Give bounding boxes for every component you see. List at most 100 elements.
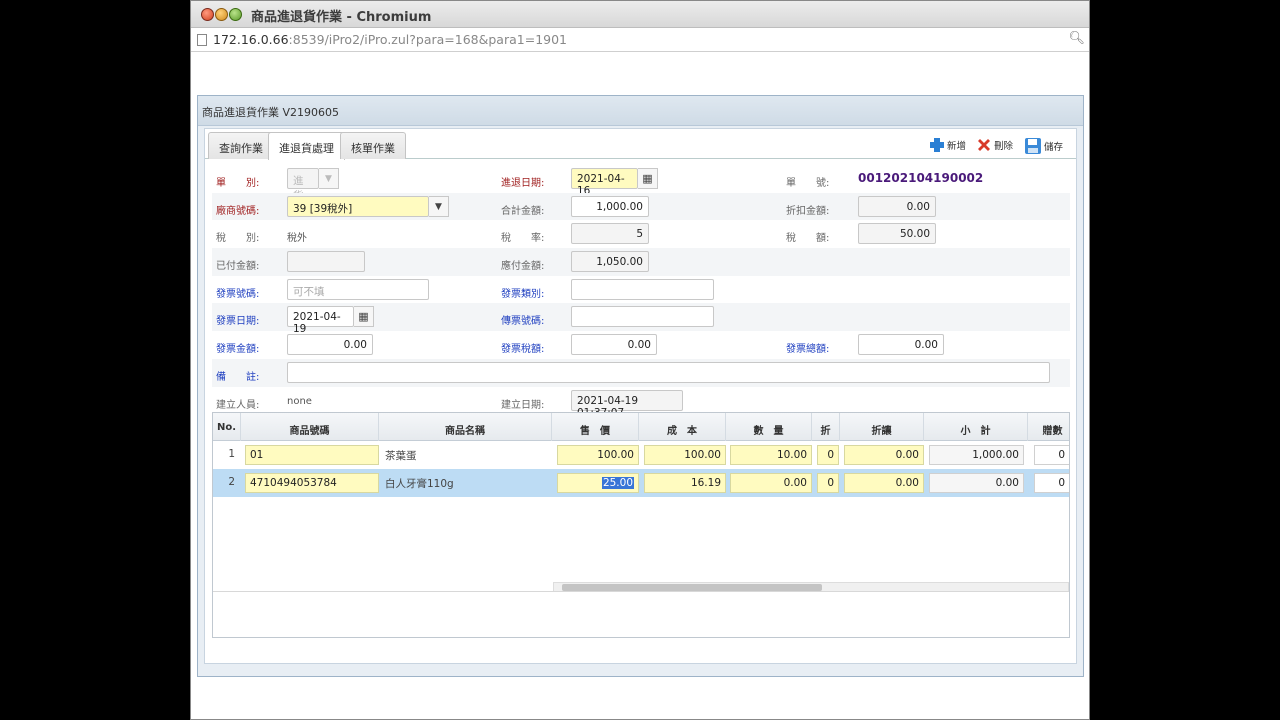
invoice-tax-input[interactable]: 0.00 xyxy=(571,334,657,356)
row-disc[interactable]: 0 xyxy=(817,445,839,465)
grid-footer-panel xyxy=(213,591,1069,637)
header-form: 單 別: 進貨 ▼ 進退日期: 2021-04-16 ▦ 單 號: 001202… xyxy=(212,165,1070,419)
form-row-6: 發票日期: 2021-04-19 ▦ 傳票號碼: xyxy=(212,303,1070,335)
tab-bar: 查詢作業 進退貨處理 核單作業 新增 刪除 儲存 xyxy=(205,129,1076,160)
invoice-total-input[interactable]: 0.00 xyxy=(858,334,944,356)
detail-grid: No. 商品號碼 商品名稱 售 價 成 本 數 量 折 折讓 小 計 贈數 1 … xyxy=(212,412,1070,638)
invoice-amount-input[interactable]: 0.00 xyxy=(287,334,373,356)
row-gift[interactable]: 0 xyxy=(1034,445,1069,465)
url-text[interactable]: 172.16.0.66:8539/iPro2/iPro.zul?para=168… xyxy=(213,32,567,47)
minimize-window-button[interactable] xyxy=(215,8,228,21)
invoice-type-input[interactable] xyxy=(571,278,714,300)
vendor-input[interactable]: 39 [39稅外] xyxy=(287,195,429,217)
memo-input[interactable] xyxy=(287,361,1050,383)
paid-label: 已付金額: xyxy=(216,261,260,273)
row-allow[interactable]: 0.00 xyxy=(844,473,924,493)
invoice-calendar-icon[interactable]: ▦ xyxy=(354,306,374,328)
maximize-window-button[interactable] xyxy=(229,8,242,21)
row-qty[interactable]: 0.00 xyxy=(730,473,812,493)
date-input[interactable]: 2021-04-16 xyxy=(571,168,638,197)
scrollbar-thumb[interactable] xyxy=(562,584,822,591)
address-bar[interactable]: 172.16.0.66:8539/iPro2/iPro.zul?para=168… xyxy=(191,28,1089,52)
form-row-7: 發票金額: 0.00 發票稅額: 0.00 發票總額: 0.00 xyxy=(212,331,1070,359)
created-label: 建立日期: xyxy=(501,399,545,411)
tab-process[interactable]: 進退貨處理 xyxy=(268,132,345,160)
table-row-selected[interactable]: 2 4710494053784 白人牙膏110g 25.00 16.19 0.0… xyxy=(213,469,1069,497)
discount-value: 0.00 xyxy=(858,195,936,217)
row-allow[interactable]: 0.00 xyxy=(844,445,924,465)
row-price[interactable]: 100.00 xyxy=(557,445,639,465)
app-title: 商品進退貨作業 V2190605 xyxy=(198,96,1083,126)
invoice-tax-label: 發票稅額: xyxy=(501,344,545,356)
row-no: 1 xyxy=(228,448,235,460)
col-gift: 贈數 xyxy=(1028,413,1069,441)
vendor-dropdown-icon[interactable]: ▼ xyxy=(429,195,449,217)
voucher-no-label: 傳票號碼: xyxy=(501,316,545,328)
save-button[interactable]: 儲存 xyxy=(1024,137,1063,155)
row-cost[interactable]: 100.00 xyxy=(644,445,726,465)
row-code[interactable]: 01 xyxy=(245,445,379,465)
delete-x-icon xyxy=(978,139,990,151)
tax-amount-label: 稅 額: xyxy=(786,233,830,245)
doc-type-dropdown-icon[interactable]: ▼ xyxy=(319,168,339,189)
zoom-icon[interactable]: 🔍︎ xyxy=(1068,31,1085,46)
page-icon xyxy=(197,34,207,46)
voucher-no-input[interactable] xyxy=(571,306,714,328)
col-price: 售 價 xyxy=(552,413,639,441)
delete-label: 刪除 xyxy=(994,141,1014,152)
title-bar: 商品進退貨作業 - Chromium xyxy=(191,1,1089,28)
invoice-total-label: 發票總額: xyxy=(786,344,830,356)
col-cost: 成 本 xyxy=(639,413,726,441)
paid-value xyxy=(287,251,365,273)
row-no: 2 xyxy=(228,476,235,488)
memo-label: 備 註: xyxy=(216,371,260,383)
col-allow: 折讓 xyxy=(840,413,924,441)
form-row-3: 稅 別: 稅外 稅 率: 5 稅 額: 50.00 xyxy=(212,220,1070,248)
row-price-editing[interactable]: 25.00 xyxy=(557,473,639,493)
doc-no-value: 001202104190002 xyxy=(858,171,984,185)
doc-type-select[interactable]: 進貨 xyxy=(287,168,319,202)
creator-value: none xyxy=(287,395,312,407)
url-path: :8539/iPro2/iPro.zul?para=168&para1=1901 xyxy=(288,32,568,47)
payable-label: 應付金額: xyxy=(501,261,545,273)
app-content: 查詢作業 進退貨處理 核單作業 新增 刪除 儲存 單 別: 進 ▼ 進退日期: … xyxy=(204,128,1077,664)
form-row-9: 建立人員: none 建立日期: 2021-04-19 01:37:07 xyxy=(212,387,1070,419)
tab-query[interactable]: 查詢作業 xyxy=(208,132,274,159)
browser-window: 商品進退貨作業 - Chromium 172.16.0.66:8539/iPro… xyxy=(190,0,1090,720)
save-label: 儲存 xyxy=(1044,142,1064,153)
row-gift[interactable]: 0 xyxy=(1034,473,1069,493)
col-no: No. xyxy=(213,413,241,441)
doc-no-label: 單 號: xyxy=(786,178,830,189)
calendar-icon[interactable]: ▦ xyxy=(638,168,658,189)
col-qty: 數 量 xyxy=(726,413,812,441)
row-subtotal: 1,000.00 xyxy=(929,445,1024,465)
invoice-type-label: 發票類別: xyxy=(501,288,545,300)
tax-type-value: 稅外 xyxy=(287,233,307,245)
invoice-date-input[interactable]: 2021-04-19 xyxy=(287,306,354,335)
tax-rate-value: 5 xyxy=(571,223,649,245)
grid-header: No. 商品號碼 商品名稱 售 價 成 本 數 量 折 折讓 小 計 贈數 xyxy=(213,413,1069,441)
row-qty[interactable]: 10.00 xyxy=(730,445,812,465)
vendor-label: 廠商號碼: xyxy=(216,205,260,217)
row-cost[interactable]: 16.19 xyxy=(644,473,726,493)
payable-value: 1,050.00 xyxy=(571,251,649,273)
delete-button[interactable]: 刪除 xyxy=(976,137,1013,153)
row-code[interactable]: 4710494053784 xyxy=(245,473,379,493)
close-window-button[interactable] xyxy=(201,8,214,21)
table-row[interactable]: 1 01 茶葉蛋 100.00 100.00 10.00 0 0.00 1,00… xyxy=(213,441,1069,469)
col-code: 商品號碼 xyxy=(241,413,379,441)
row-name: 茶葉蛋 xyxy=(385,450,417,462)
add-button[interactable]: 新增 xyxy=(929,137,966,153)
form-row-4: 已付金額: 應付金額: 1,050.00 xyxy=(212,248,1070,276)
row-disc[interactable]: 0 xyxy=(817,473,839,493)
doc-type-label: 單 別: xyxy=(216,178,260,189)
tab-verify[interactable]: 核單作業 xyxy=(340,132,406,159)
created-value: 2021-04-19 01:37:07 xyxy=(571,389,683,419)
window-title: 商品進退貨作業 - Chromium xyxy=(251,10,432,25)
total-value[interactable]: 1,000.00 xyxy=(571,195,649,217)
invoice-no-input[interactable]: 可不填 xyxy=(287,278,429,300)
row-subtotal: 0.00 xyxy=(929,473,1024,493)
tax-amount-value: 50.00 xyxy=(858,223,936,245)
url-host: 172.16.0.66 xyxy=(213,32,289,47)
date-label: 進退日期: xyxy=(501,178,545,189)
